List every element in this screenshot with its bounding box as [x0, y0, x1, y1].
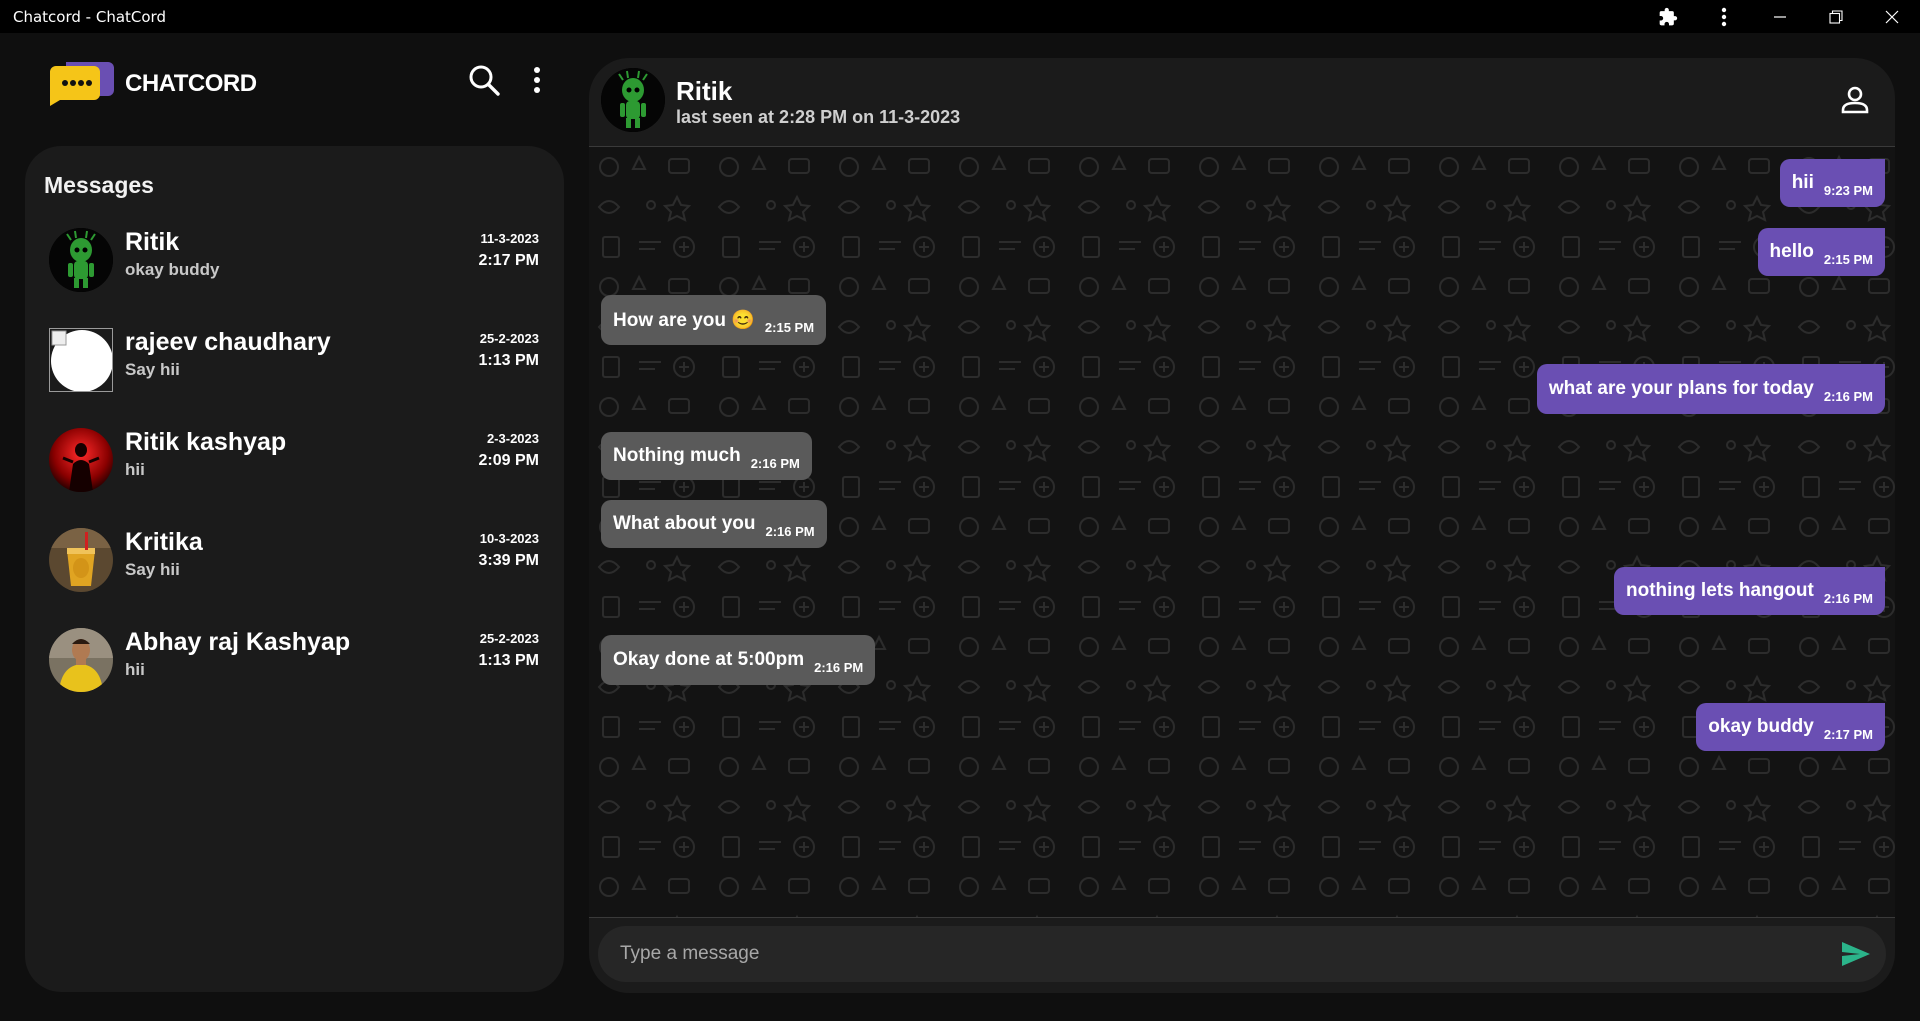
- message-text: what are your plans for today: [1548, 378, 1814, 399]
- conversation-item[interactable]: Kritika Say hii 10-3-2023 3:39 PM: [25, 512, 564, 612]
- message-text: Nothing much: [613, 445, 741, 466]
- chat-window: Ritik last seen at 2:28 PM on 11-3-2023: [589, 58, 1895, 993]
- contact-name: Kritika: [125, 528, 203, 556]
- window-title: Chatcord - ChatCord: [13, 7, 166, 26]
- message-date: 11-3-2023: [480, 231, 539, 246]
- more-vert-icon[interactable]: [1696, 0, 1752, 33]
- message-time: 3:39 PM: [478, 552, 539, 569]
- minimize-icon[interactable]: [1752, 0, 1808, 33]
- last-seen-status: last seen at 2:28 PM on 11-3-2023: [676, 107, 961, 127]
- message-date: 10-3-2023: [479, 531, 539, 546]
- message-date: 25-2-2023: [479, 331, 539, 346]
- message-text: hii: [1791, 172, 1814, 193]
- conversation-list-panel: Messages Ritik okay buddy 11-3-2023 2:17…: [25, 146, 564, 992]
- contact-name: Abhay raj Kashyap: [125, 628, 351, 656]
- message-time: 2:17 PM: [1823, 726, 1873, 742]
- close-icon[interactable]: [1864, 0, 1920, 33]
- message-input[interactable]: [598, 926, 1818, 982]
- message-bubble-incoming[interactable]: How are you 😊 2:15 PM: [601, 295, 827, 345]
- message-text: okay buddy: [1708, 716, 1814, 737]
- message-time: 9:23 PM: [1823, 182, 1873, 198]
- conversation-item[interactable]: Ritik kashyap hii 2-3-2023 2:09 PM: [25, 412, 564, 512]
- avatar: [49, 628, 113, 692]
- chat-contact-name: Ritik: [676, 76, 733, 106]
- message-time: 1:13 PM: [478, 652, 539, 669]
- last-message: Say hii: [125, 360, 180, 379]
- message-bubble-outgoing[interactable]: okay buddy 2:17 PM: [1696, 703, 1885, 751]
- contact-name: rajeev chaudhary: [125, 328, 331, 356]
- message-bubble-incoming[interactable]: What about you 2:16 PM: [601, 500, 827, 548]
- chatcord-logo: [48, 58, 114, 108]
- conversation-item[interactable]: rajeev chaudhary Say hii 25-2-2023 1:13 …: [25, 312, 564, 412]
- avatar: [49, 428, 113, 492]
- message-text: hello: [1769, 241, 1814, 262]
- avatar-broken-image: [49, 328, 113, 392]
- message-bubble-outgoing[interactable]: nothing lets hangout 2:16 PM: [1614, 567, 1885, 615]
- conversation-item[interactable]: Ritik okay buddy 11-3-2023 2:17 PM: [25, 212, 564, 312]
- last-message: hii: [125, 460, 145, 479]
- message-thread[interactable]: hii 9:23 PM hello 2:15 PM How are you 😊 …: [589, 146, 1895, 918]
- message-text: nothing lets hangout: [1626, 580, 1814, 601]
- brand-name: CHATCORD: [125, 70, 257, 97]
- message-date: 2-3-2023: [486, 431, 539, 446]
- menu-dots-icon[interactable]: [527, 65, 547, 99]
- message-bubble-outgoing[interactable]: hello 2:15 PM: [1757, 228, 1885, 276]
- profile-icon[interactable]: [1839, 84, 1871, 116]
- message-time: 2:16 PM: [1823, 590, 1873, 606]
- search-icon[interactable]: [467, 63, 501, 97]
- last-message: Say hii: [125, 560, 180, 579]
- extensions-icon[interactable]: [1640, 0, 1696, 33]
- message-bubble-incoming[interactable]: Okay done at 5:00pm 2:16 PM: [601, 635, 876, 685]
- message-time: 2:16 PM: [750, 455, 800, 471]
- conversation-item[interactable]: Abhay raj Kashyap hii 25-2-2023 1:13 PM: [25, 612, 564, 712]
- message-time: 2:15 PM: [764, 319, 815, 335]
- send-icon[interactable]: [1840, 940, 1872, 968]
- message-bubble-outgoing[interactable]: what are your plans for today 2:16 PM: [1536, 364, 1885, 414]
- message-time: 1:13 PM: [478, 352, 539, 369]
- app-header: CHATCORD: [0, 33, 570, 143]
- contact-avatar[interactable]: [601, 68, 665, 132]
- message-date: 25-2-2023: [479, 631, 539, 646]
- message-text: How are you 😊: [613, 310, 755, 331]
- message-time: 2:16 PM: [814, 659, 864, 675]
- message-time: 2:15 PM: [1823, 251, 1873, 267]
- last-message: okay buddy: [125, 260, 220, 279]
- message-time: 2:16 PM: [1823, 388, 1873, 404]
- avatar: [49, 528, 113, 592]
- message-composer: [598, 926, 1886, 982]
- avatar: [49, 228, 113, 292]
- message-time: 2:09 PM: [478, 452, 539, 469]
- message-time: 2:16 PM: [765, 523, 815, 539]
- message-text: What about you: [613, 513, 756, 534]
- contact-name: Ritik: [125, 228, 180, 256]
- restore-icon[interactable]: [1808, 0, 1864, 33]
- contact-name: Ritik kashyap: [125, 428, 287, 456]
- message-time: 2:17 PM: [478, 252, 539, 269]
- messages-heading: Messages: [44, 172, 154, 198]
- last-message: hii: [125, 660, 145, 679]
- chat-header: Ritik last seen at 2:28 PM on 11-3-2023: [589, 58, 1895, 146]
- message-text: Okay done at 5:00pm: [613, 649, 805, 670]
- message-bubble-outgoing[interactable]: hii 9:23 PM: [1779, 159, 1885, 207]
- window-titlebar: Chatcord - ChatCord: [0, 0, 1920, 33]
- message-bubble-incoming[interactable]: Nothing much 2:16 PM: [601, 432, 812, 480]
